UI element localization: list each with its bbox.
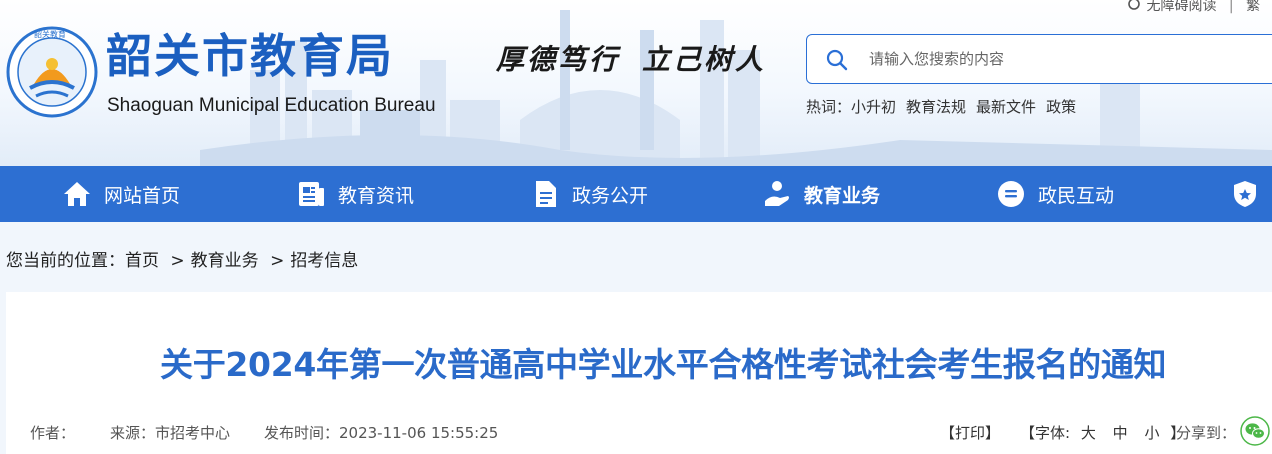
- top-divider: |: [1228, 0, 1234, 14]
- breadcrumb-home[interactable]: 首页: [125, 251, 159, 271]
- hot-word-link[interactable]: 小升初: [851, 98, 896, 116]
- search-icon[interactable]: [825, 48, 849, 72]
- nav-item-education-services[interactable]: 教育业务: [762, 166, 880, 222]
- service-icon: [765, 181, 789, 206]
- nav-label: 政务公开: [572, 184, 649, 207]
- slogan: 厚德笃行 立己树人: [496, 38, 766, 78]
- shield-icon: [1234, 181, 1256, 207]
- hot-words-label: 热词：: [806, 98, 852, 116]
- site-subtitle: Shaoguan Municipal Education Bureau: [107, 95, 436, 116]
- nav-item-government-affairs[interactable]: 政务公开: [530, 166, 648, 222]
- breadcrumb-education-services[interactable]: 教育业务: [191, 251, 259, 271]
- breadcrumb: 您当前的位置：首页 > 教育业务 > 招考信息: [6, 246, 358, 271]
- hot-words: 热词：小升初 教育法规 最新文件 政策: [806, 96, 1086, 117]
- site-header: 无障碍阅读 | 繁 韶关教育 韶关市教育局 Shaoguan Municipal…: [0, 0, 1272, 166]
- nav-item-public-interaction[interactable]: 政民互动: [996, 166, 1114, 222]
- home-icon: [64, 182, 90, 206]
- breadcrumb-prefix: 您当前的位置：: [6, 251, 125, 271]
- search-box: [806, 34, 1272, 84]
- nav-label: 教育业务: [804, 184, 881, 207]
- font-size-label: 【字体:: [1020, 424, 1071, 442]
- emblem-text: 韶关教育: [34, 30, 66, 39]
- breadcrumb-recruitment-info[interactable]: 招考信息: [290, 251, 358, 271]
- nav-item-news[interactable]: 教育资讯: [296, 166, 414, 222]
- share-label: 分享到：: [1176, 424, 1237, 442]
- slogan-left: 厚德笃行: [496, 43, 621, 76]
- font-size-large-button[interactable]: 大: [1081, 424, 1096, 442]
- article-publish-time: 发布时间：2023-11-06 15:55:25: [264, 424, 499, 442]
- nav-item-more[interactable]: [1230, 166, 1272, 222]
- hot-word-link[interactable]: 最新文件: [976, 98, 1036, 116]
- accessibility-link[interactable]: 无障碍阅读: [1146, 0, 1216, 14]
- font-size-controls: 【字体: 大 中 小 】: [1020, 422, 1185, 443]
- print-button[interactable]: 【打印】: [940, 422, 1000, 443]
- nav-label: 教育资讯: [338, 184, 415, 207]
- nav-item-home[interactable]: 网站首页: [62, 166, 180, 222]
- article-panel: 关于2024年第一次普通高中学业水平合格性考试社会考生报名的通知 作者： 来源：…: [6, 292, 1272, 454]
- top-links: 无障碍阅读 | 繁: [1126, 0, 1260, 15]
- article-title: 关于2024年第一次普通高中学业水平合格性考试社会考生报名的通知: [160, 345, 1167, 384]
- nav-label: 政民互动: [1038, 184, 1115, 207]
- main-nav: 网站首页 教育资讯 政务公开 教育业务 政民互动: [0, 166, 1272, 222]
- news-icon: [299, 182, 324, 206]
- font-size-small-button[interactable]: 小: [1144, 424, 1159, 442]
- nav-label: 网站首页: [104, 184, 181, 207]
- article-author: 作者：: [30, 424, 76, 442]
- font-size-medium-button[interactable]: 中: [1113, 424, 1128, 442]
- hot-word-link[interactable]: 政策: [1046, 98, 1076, 116]
- breadcrumb-separator: >: [270, 251, 285, 271]
- search-input[interactable]: [869, 45, 1249, 73]
- site-title[interactable]: 韶关市教育局: [106, 30, 394, 82]
- document-icon: [536, 181, 556, 207]
- chat-icon: [998, 181, 1024, 207]
- accessibility-icon: [1128, 0, 1140, 10]
- wechat-share-icon[interactable]: [1240, 416, 1270, 446]
- article-source: 来源：市招考中心: [110, 424, 231, 442]
- breadcrumb-separator: >: [170, 251, 185, 271]
- slogan-right: 立己树人: [642, 43, 767, 76]
- traditional-chinese-link[interactable]: 繁: [1246, 0, 1260, 14]
- hot-word-link[interactable]: 教育法规: [906, 98, 966, 116]
